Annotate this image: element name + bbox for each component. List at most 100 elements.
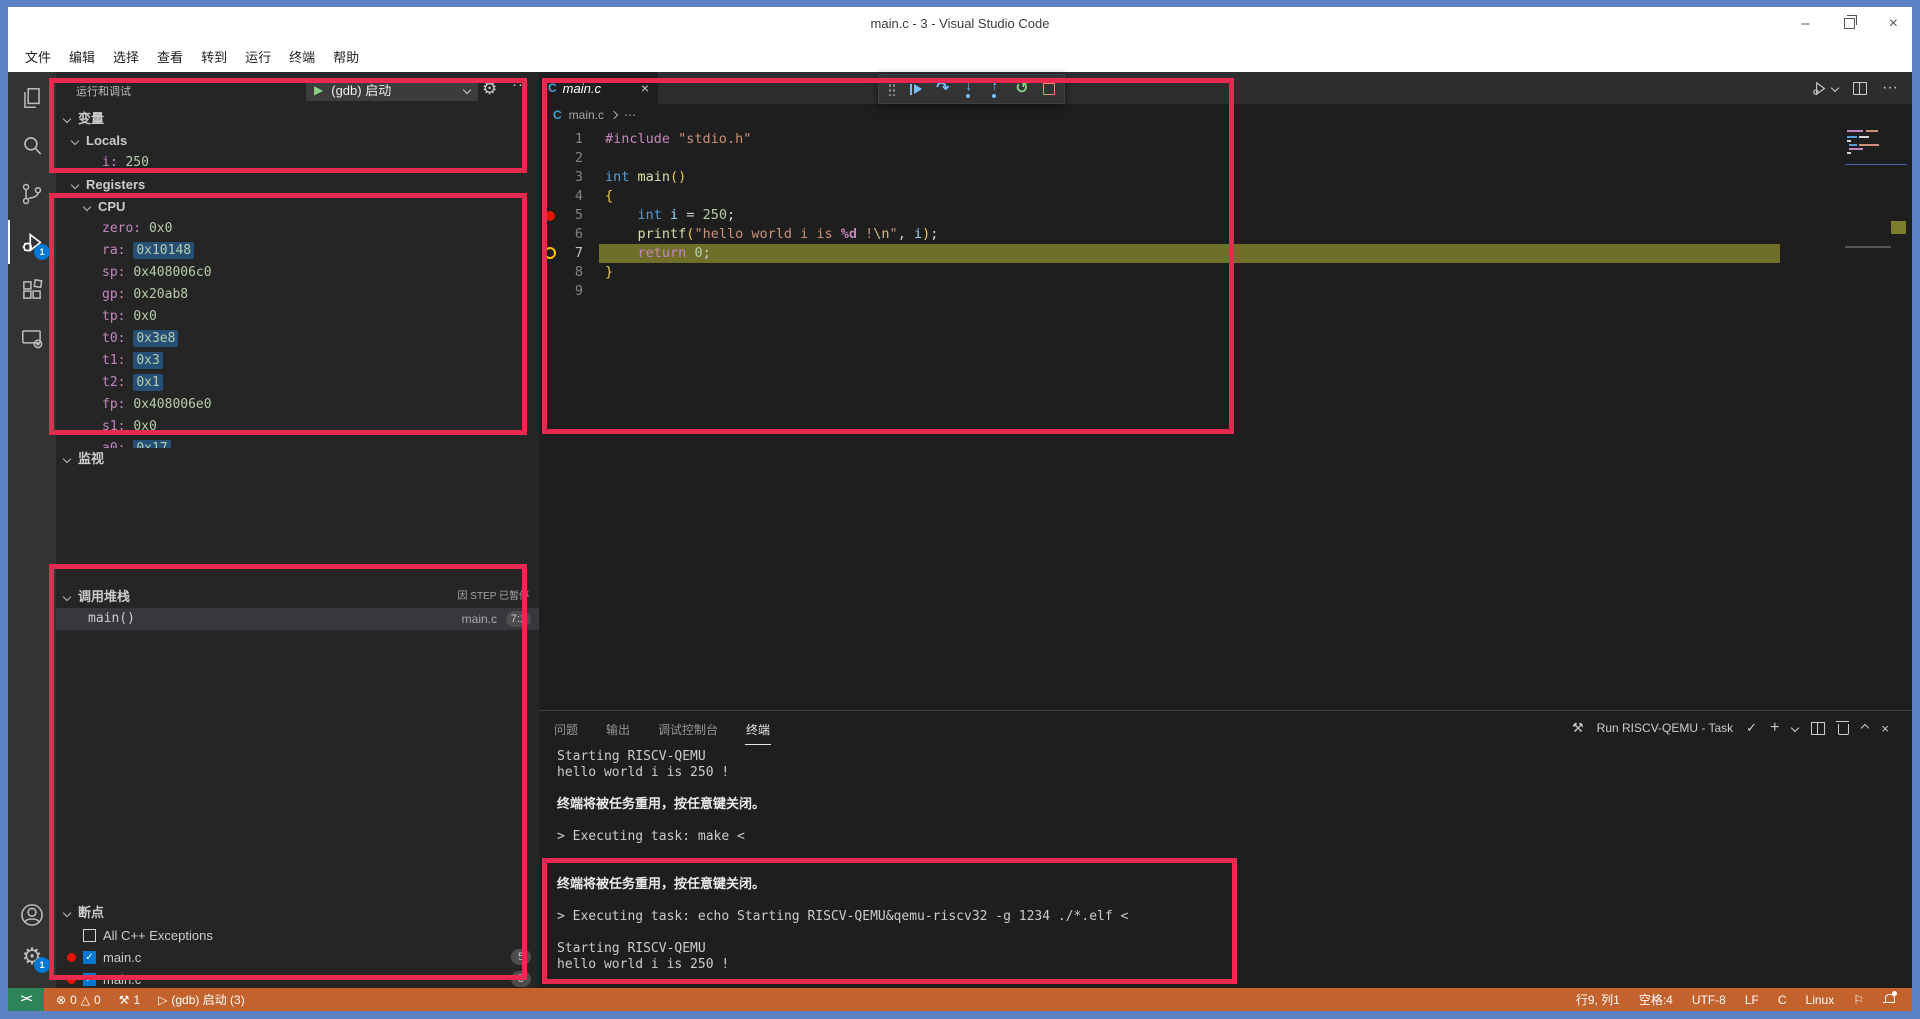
menu-item-文件[interactable]: 文件: [16, 47, 60, 66]
terminal-line: [557, 893, 1128, 909]
split-editor-icon[interactable]: [1853, 82, 1867, 95]
section-watch[interactable]: 监视: [56, 448, 539, 470]
breakpoint-checkbox[interactable]: [83, 929, 96, 942]
register-zero[interactable]: zero: 0x0: [56, 218, 539, 240]
extensions-icon[interactable]: [8, 270, 56, 310]
code-line-3[interactable]: 3int main(): [539, 168, 1912, 187]
register-sp[interactable]: sp: 0x408006c0: [56, 262, 539, 284]
feedback-flag-icon[interactable]: ⚐: [1853, 993, 1864, 1007]
code-text: int main(): [605, 168, 686, 187]
code-line-2[interactable]: 2: [539, 149, 1912, 168]
kill-terminal-icon[interactable]: [1838, 724, 1849, 735]
tab-strip: C main.c × ···: [539, 72, 1912, 104]
breakpoint-item[interactable]: ✓main.c5: [56, 968, 539, 988]
debug-settings-gear-icon[interactable]: ⚙: [482, 79, 497, 99]
tree-item-locals[interactable]: Locals: [56, 130, 539, 152]
register-t0[interactable]: t0: 0x3e8: [56, 328, 539, 350]
encoding[interactable]: UTF-8: [1692, 993, 1726, 1007]
restart-icon[interactable]: ↺: [1015, 82, 1028, 96]
debug-session-status[interactable]: ▷(gdb) 启动 (3): [158, 991, 245, 1008]
section-breakpoints[interactable]: 断点: [56, 902, 539, 924]
search-icon[interactable]: [8, 126, 56, 166]
settings-badge: 1: [34, 957, 50, 973]
menu-item-终端[interactable]: 终端: [280, 47, 324, 66]
restore-button[interactable]: [1844, 18, 1855, 29]
step-into-icon[interactable]: [963, 81, 975, 98]
panel-tab-终端[interactable]: 终端: [745, 712, 771, 745]
start-debug-icon[interactable]: ▶: [314, 83, 323, 97]
breakpoint-checkbox[interactable]: ✓: [83, 973, 96, 986]
register-value: 0x3e8: [133, 330, 178, 347]
os-indicator[interactable]: Linux: [1806, 993, 1835, 1007]
code-line-4[interactable]: 4{: [539, 187, 1912, 206]
tasks-status[interactable]: ⚒1: [119, 993, 140, 1007]
eol-selector[interactable]: LF: [1745, 993, 1759, 1007]
code-line-5[interactable]: 5 int i = 250;: [539, 206, 1912, 225]
terminal-task-label[interactable]: Run RISCV-QEMU - Task: [1597, 721, 1733, 735]
editor-more-actions-icon[interactable]: ···: [1882, 79, 1898, 97]
panel-tab-问题[interactable]: 问题: [553, 712, 579, 744]
step-out-icon[interactable]: [989, 81, 1001, 98]
register-fp[interactable]: fp: 0x408006e0: [56, 394, 539, 416]
variable-i[interactable]: i: 250: [56, 152, 539, 174]
menu-item-转到[interactable]: 转到: [192, 47, 236, 66]
register-ra[interactable]: ra: 0x10148: [56, 240, 539, 262]
stop-icon[interactable]: [1043, 83, 1055, 95]
panel-tab-调试控制台[interactable]: 调试控制台: [657, 712, 719, 744]
code-line-8[interactable]: 8}: [539, 263, 1912, 282]
continue-icon[interactable]: [910, 84, 922, 95]
breakpoint-item[interactable]: All C++ Exceptions: [56, 924, 539, 946]
terminal-output[interactable]: Starting RISCV-QEMUhello world i is 250 …: [557, 749, 1128, 973]
more-actions-icon[interactable]: ···: [512, 76, 530, 93]
remote-indicator[interactable]: ><: [8, 988, 44, 1011]
source-control-icon[interactable]: [8, 174, 56, 214]
code-line-7[interactable]: 7 return 0;: [539, 244, 1912, 263]
new-terminal-icon[interactable]: +: [1770, 719, 1779, 737]
problems-status[interactable]: ⊗0 △0: [56, 993, 101, 1007]
remote-explorer-icon[interactable]: [8, 318, 56, 358]
menu-item-选择[interactable]: 选择: [104, 47, 148, 66]
menu-item-编辑[interactable]: 编辑: [60, 47, 104, 66]
settings-gear-icon[interactable]: ⚙: [8, 937, 56, 977]
menu-item-查看[interactable]: 查看: [148, 47, 192, 66]
breadcrumb[interactable]: C main.c ⋯: [539, 104, 636, 126]
maximize-panel-icon[interactable]: [1861, 724, 1869, 732]
terminal-dropdown-icon[interactable]: [1791, 724, 1799, 732]
code-line-9[interactable]: 9: [539, 282, 1912, 301]
register-t2[interactable]: t2: 0x1: [56, 372, 539, 394]
menu-item-帮助[interactable]: 帮助: [324, 47, 368, 66]
breakpoint-item[interactable]: ✓main.c5: [56, 946, 539, 968]
register-s1[interactable]: s1: 0x0: [56, 416, 539, 438]
section-callstack[interactable]: 调用堆栈 因 STEP 已暂停: [56, 586, 539, 608]
toolbar-drag-grip[interactable]: [888, 83, 896, 96]
panel-tab-输出[interactable]: 输出: [605, 712, 631, 744]
explorer-icon[interactable]: [8, 78, 56, 118]
run-debug-button[interactable]: [1811, 80, 1838, 97]
launch-config-dropdown[interactable]: ▶ (gdb) 启动: [306, 78, 478, 101]
tree-item-cpu[interactable]: CPU: [56, 196, 539, 218]
stack-frame-row[interactable]: main() main.c 7:1: [56, 608, 539, 630]
close-panel-icon[interactable]: ×: [1881, 721, 1889, 736]
tab-close-icon[interactable]: ×: [641, 80, 649, 96]
task-tools-icon: ⚒: [1572, 720, 1584, 736]
language-mode[interactable]: C: [1778, 993, 1787, 1007]
breakpoint-checkbox[interactable]: ✓: [83, 951, 96, 964]
register-tp[interactable]: tp: 0x0: [56, 306, 539, 328]
notifications-bell-icon[interactable]: [1883, 993, 1896, 1006]
tree-item-registers[interactable]: Registers: [56, 174, 539, 196]
code-line-1[interactable]: 1#include "stdio.h": [539, 130, 1912, 149]
split-terminal-icon[interactable]: [1811, 722, 1825, 735]
step-over-icon[interactable]: ↷: [936, 82, 949, 96]
menu-item-运行[interactable]: 运行: [236, 47, 280, 66]
close-button[interactable]: ×: [1889, 15, 1898, 33]
indentation[interactable]: 空格:4: [1639, 991, 1673, 1008]
section-variables[interactable]: 变量: [56, 108, 539, 130]
code-line-6[interactable]: 6 printf("hello world i is %d !\n", i);: [539, 225, 1912, 244]
register-gp[interactable]: gp: 0x20ab8: [56, 284, 539, 306]
tab-main-c[interactable]: C main.c ×: [539, 72, 658, 104]
minimize-button[interactable]: –: [1801, 19, 1809, 29]
accounts-icon[interactable]: [8, 895, 56, 935]
terminal-line: 终端将被任务重用，按任意键关闭。: [557, 797, 1128, 813]
cursor-position[interactable]: 行9, 列1: [1576, 991, 1620, 1008]
register-t1[interactable]: t1: 0x3: [56, 350, 539, 372]
